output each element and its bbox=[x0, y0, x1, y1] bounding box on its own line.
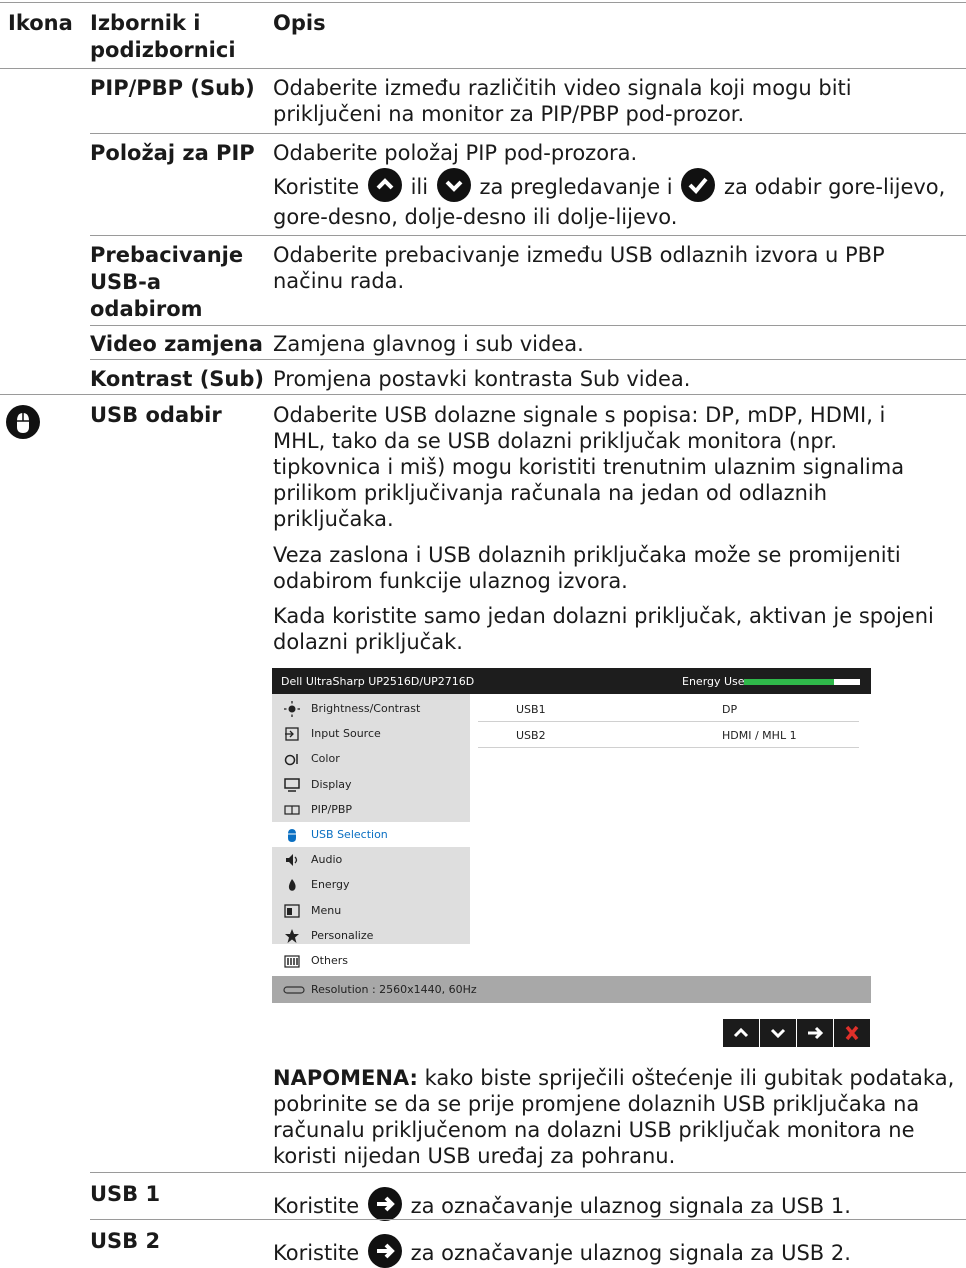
brightness-icon bbox=[284, 701, 300, 717]
osd-energy-label: Energy Use bbox=[682, 675, 745, 688]
osd-menu-label: Others bbox=[311, 954, 348, 967]
row-contrast-sub-desc: Promjena postavki kontrasta Sub videa. bbox=[273, 367, 691, 391]
osd-option-row[interactable]: USB1 DP bbox=[478, 696, 859, 722]
mouse-icon bbox=[288, 829, 296, 842]
osd-menu-label: Audio bbox=[311, 853, 343, 867]
osd-screenshot: Dell UltraSharp UP2516D/UP2716D Energy U… bbox=[272, 668, 871, 1003]
osd-menu-item[interactable]: Personalize bbox=[272, 923, 470, 948]
usb-note: NAPOMENA: kako biste spriječili oštećenj… bbox=[273, 1066, 955, 1168]
monitor-port-icon bbox=[283, 986, 305, 994]
star-icon bbox=[285, 928, 299, 943]
osd-menu-label: Personalize bbox=[311, 928, 374, 942]
header-desc: Opis bbox=[273, 11, 326, 35]
row-rule bbox=[90, 359, 966, 360]
arrow-right-icon bbox=[367, 1234, 402, 1268]
row-usb-select-p2: Veza zaslona i USB dolaznih priključaka … bbox=[273, 543, 901, 593]
osd-footer: Resolution : 2560x1440, 60Hz bbox=[272, 976, 871, 1003]
audio-icon bbox=[286, 854, 298, 867]
row-pip-sub-desc: Odaberite između različitih video signal… bbox=[273, 76, 852, 126]
row-video-swap-desc: Zamjena glavnog i sub videa. bbox=[273, 332, 584, 356]
osd-menu-label: Display bbox=[311, 777, 352, 791]
osd-menu-item[interactable]: Color bbox=[272, 746, 470, 771]
row-usb-select-p1: Odaberite USB dolazne signale s popisa: … bbox=[273, 403, 905, 531]
arrow-right-icon bbox=[367, 1187, 402, 1221]
color-icon bbox=[284, 754, 298, 766]
row-usb-switch-name: Prebacivanje USB-a odabirom bbox=[90, 243, 244, 321]
osd-menu: Brightness/Contrast Input Source Color Disp… bbox=[272, 694, 470, 968]
osd-option-label: USB1 bbox=[516, 703, 546, 716]
osd-option-label: USB2 bbox=[516, 729, 546, 742]
osd-menu-label: Menu bbox=[311, 903, 342, 917]
osd-option-value: HDMI / MHL 1 bbox=[722, 729, 797, 742]
chevron-up-icon bbox=[367, 168, 402, 202]
row-rule bbox=[90, 325, 966, 326]
row-pip-sub-name: PIP/PBP (Sub) bbox=[90, 76, 255, 100]
osd-menu-label: PIP/PBP bbox=[311, 802, 353, 816]
others-icon bbox=[284, 955, 300, 968]
row-video-swap-name: Video zamjena bbox=[90, 332, 263, 356]
header-menu: Izbornik i podizbornici bbox=[90, 11, 236, 62]
row-usb1-name: USB 1 bbox=[90, 1182, 161, 1206]
osd-menu-item[interactable]: Input Source bbox=[272, 721, 470, 746]
chevron-up-icon bbox=[733, 1027, 749, 1038]
row-usb2-name: USB 2 bbox=[90, 1229, 161, 1253]
row-pip-pos-desc1: Odaberite položaj PIP pod-prozora. bbox=[273, 141, 638, 165]
osd-menu-item[interactable]: PIP/PBP bbox=[272, 797, 470, 822]
row-usb2-desc: Koristite za označavanje ulaznog signala… bbox=[273, 1234, 851, 1268]
row-usb-select-p3: Kada koristite samo jedan dolazni priklj… bbox=[273, 604, 934, 654]
osd-menu-item[interactable]: Energy bbox=[272, 872, 470, 897]
header-rule bbox=[0, 68, 966, 69]
osd-menu-label: Brightness/Contrast bbox=[311, 702, 421, 715]
nav-down-button[interactable] bbox=[760, 1019, 796, 1047]
nav-right-button[interactable] bbox=[797, 1019, 833, 1047]
osd-menu-item[interactable]: Menu bbox=[272, 898, 470, 923]
row-rule bbox=[90, 1219, 966, 1220]
mouse-icon bbox=[6, 405, 40, 439]
row-usb-select-name: USB odabir bbox=[90, 403, 222, 427]
top-rule bbox=[0, 2, 966, 3]
nav-up-button[interactable] bbox=[723, 1019, 759, 1047]
osd-menu-item[interactable]: USB Selection bbox=[272, 822, 470, 847]
row-rule bbox=[90, 133, 966, 134]
energy-icon bbox=[288, 879, 296, 892]
row-contrast-sub-name: Kontrast (Sub) bbox=[90, 367, 264, 391]
osd-option-row[interactable]: USB2 HDMI / MHL 1 bbox=[478, 722, 859, 748]
osd-menu-item[interactable]: Audio bbox=[272, 847, 470, 872]
osd-resolution: Resolution : 2560x1440, 60Hz bbox=[311, 983, 477, 996]
header-icon: Ikona bbox=[8, 11, 73, 35]
energy-meter-fill bbox=[744, 679, 835, 685]
osd-menu-label: Energy bbox=[311, 878, 350, 892]
pip-icon bbox=[284, 805, 300, 815]
row-pip-pos-name: Položaj za PIP bbox=[90, 141, 255, 165]
osd-title: Dell UltraSharp UP2516D/UP2716D bbox=[281, 675, 475, 688]
chevron-down-icon bbox=[436, 168, 471, 202]
chevron-down-icon bbox=[770, 1028, 786, 1039]
row-rule bbox=[90, 235, 966, 236]
display-icon bbox=[284, 777, 300, 792]
input-source-icon bbox=[285, 727, 299, 741]
row-usb1-desc: Koristite za označavanje ulaznog signala… bbox=[273, 1187, 851, 1221]
row-rule bbox=[0, 394, 966, 395]
row-pip-pos-desc2: Koristite ili za pregledavanje i za odab… bbox=[273, 168, 963, 202]
row-usb-switch-desc: Odaberite prebacivanje između USB odlazn… bbox=[273, 243, 885, 293]
osd-menu-label: USB Selection bbox=[311, 828, 388, 841]
close-icon bbox=[845, 1025, 859, 1041]
osd-option-value: DP bbox=[722, 703, 738, 716]
osd-menu-label: Color bbox=[311, 752, 340, 766]
arrow-right-icon bbox=[808, 1026, 824, 1040]
energy-meter bbox=[744, 679, 860, 685]
osd-header: Dell UltraSharp UP2516D/UP2716D Energy U… bbox=[272, 668, 871, 694]
check-icon bbox=[681, 168, 716, 202]
row-rule bbox=[90, 1172, 966, 1173]
osd-menu-item[interactable]: Others bbox=[272, 948, 470, 973]
osd-menu-item[interactable]: Display bbox=[272, 772, 470, 797]
menu-icon bbox=[284, 903, 300, 918]
osd-menu-label: Input Source bbox=[311, 727, 381, 741]
nav-close-button[interactable] bbox=[834, 1019, 870, 1047]
osd-menu-item[interactable]: Brightness/Contrast bbox=[272, 696, 470, 721]
row-pip-pos-desc3: gore-desno, dolje-desno ili dolje-lijevo… bbox=[273, 205, 678, 229]
